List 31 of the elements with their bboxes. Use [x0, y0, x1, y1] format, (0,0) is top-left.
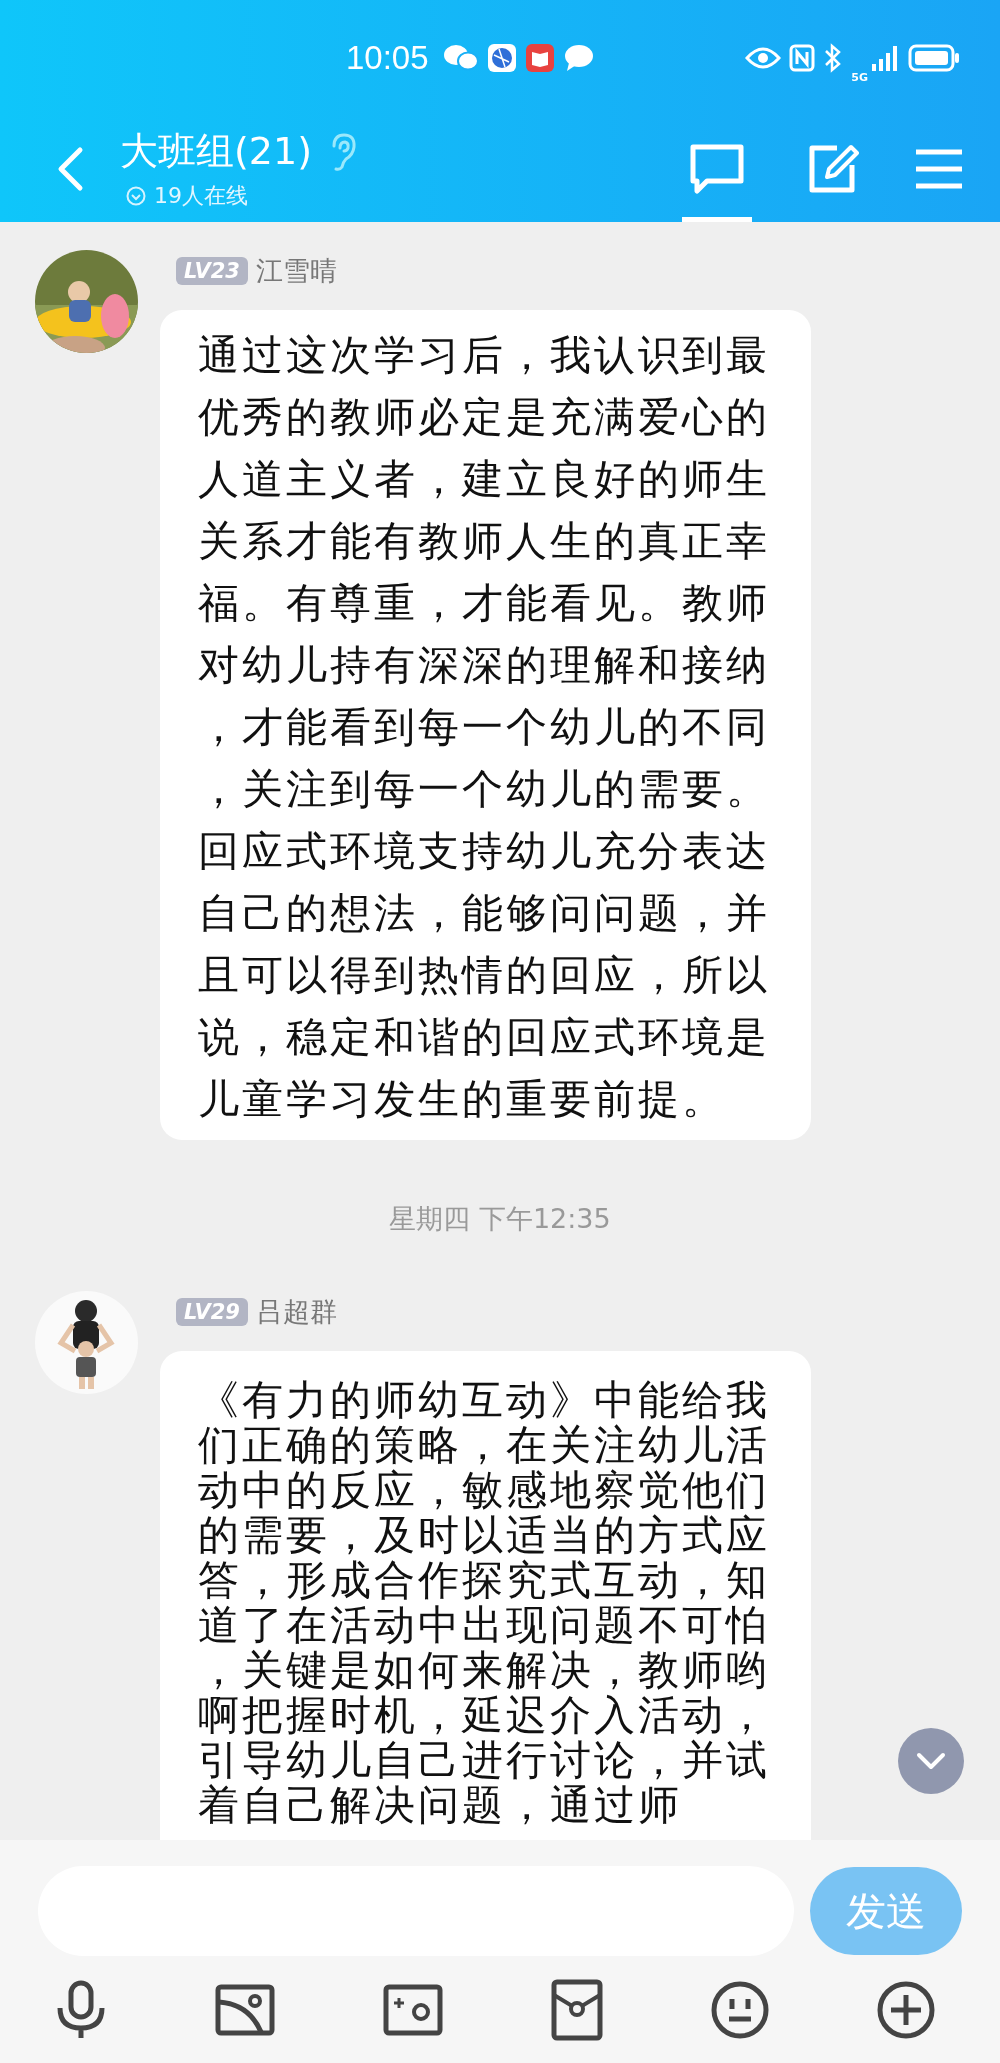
- level-badge: LV29: [176, 1298, 248, 1326]
- eye-icon: [745, 45, 782, 70]
- sender-name: 吕超群: [255, 1295, 337, 1329]
- plus-icon[interactable]: [877, 1980, 935, 2039]
- group-title: 大班组(21): [120, 128, 312, 175]
- network-label: 5G: [851, 71, 868, 84]
- book-icon: [524, 42, 555, 73]
- level-badge: LV23: [176, 257, 248, 285]
- signal-icon: [870, 43, 900, 72]
- battery-icon: [908, 43, 960, 72]
- clock-time: 10:05: [346, 38, 429, 77]
- send-button[interactable]: 发送: [810, 1867, 962, 1955]
- emoji-icon[interactable]: [711, 1980, 769, 2039]
- edit-icon: [807, 142, 859, 195]
- camera-icon[interactable]: [383, 1983, 443, 2036]
- check-circle-icon: [126, 186, 146, 206]
- chevron-down-icon: [916, 1752, 946, 1770]
- message-text: 通过这次学习后，我认识到最优秀的教师必定是充满爱心的人道主义者，建立良好的师生关系才能有教师人生的真正幸福。有尊重，才能看见。教师对幼儿持有深深的理解和接纳，才能看到每一个幼儿的不同，关注到每一个幼儿的需要。回应式环境支持幼儿充分表达自己的想法，能够问问题，并且可以得到热情的回应，所以说，稳定和谐的回应式环境是儿童学习发生的重要前提。: [198, 330, 771, 1125]
- online-count: 19人在线: [154, 182, 248, 210]
- nfc-icon: [789, 43, 816, 72]
- envelope-icon[interactable]: [551, 1978, 603, 2041]
- message-text: 《有力的师幼互动》中能给我们正确的策略，在关注幼儿活动中的反应，敏感地察觉他们的需要，及时以适当的方式应答，形成合作探究式互动，知道了在活动中出现问题不可怕，关键是如何来解决，教师哟啊把握时机，延迟介入活动，引导幼儿自己进行讨论，并试着自己解决问题，通过师: [198, 1378, 771, 1828]
- microphone-icon[interactable]: [55, 1979, 107, 2040]
- menu-icon[interactable]: [914, 147, 964, 190]
- chat-icon: [689, 142, 745, 195]
- globe-icon: [486, 42, 517, 73]
- chat-bubbles-icon: [442, 42, 479, 73]
- timestamp: 星期四 下午12:35: [388, 1202, 612, 1236]
- image-icon[interactable]: [215, 1983, 275, 2036]
- speech-bubble-icon: [562, 42, 595, 73]
- sender-name: 江雪晴: [255, 254, 337, 288]
